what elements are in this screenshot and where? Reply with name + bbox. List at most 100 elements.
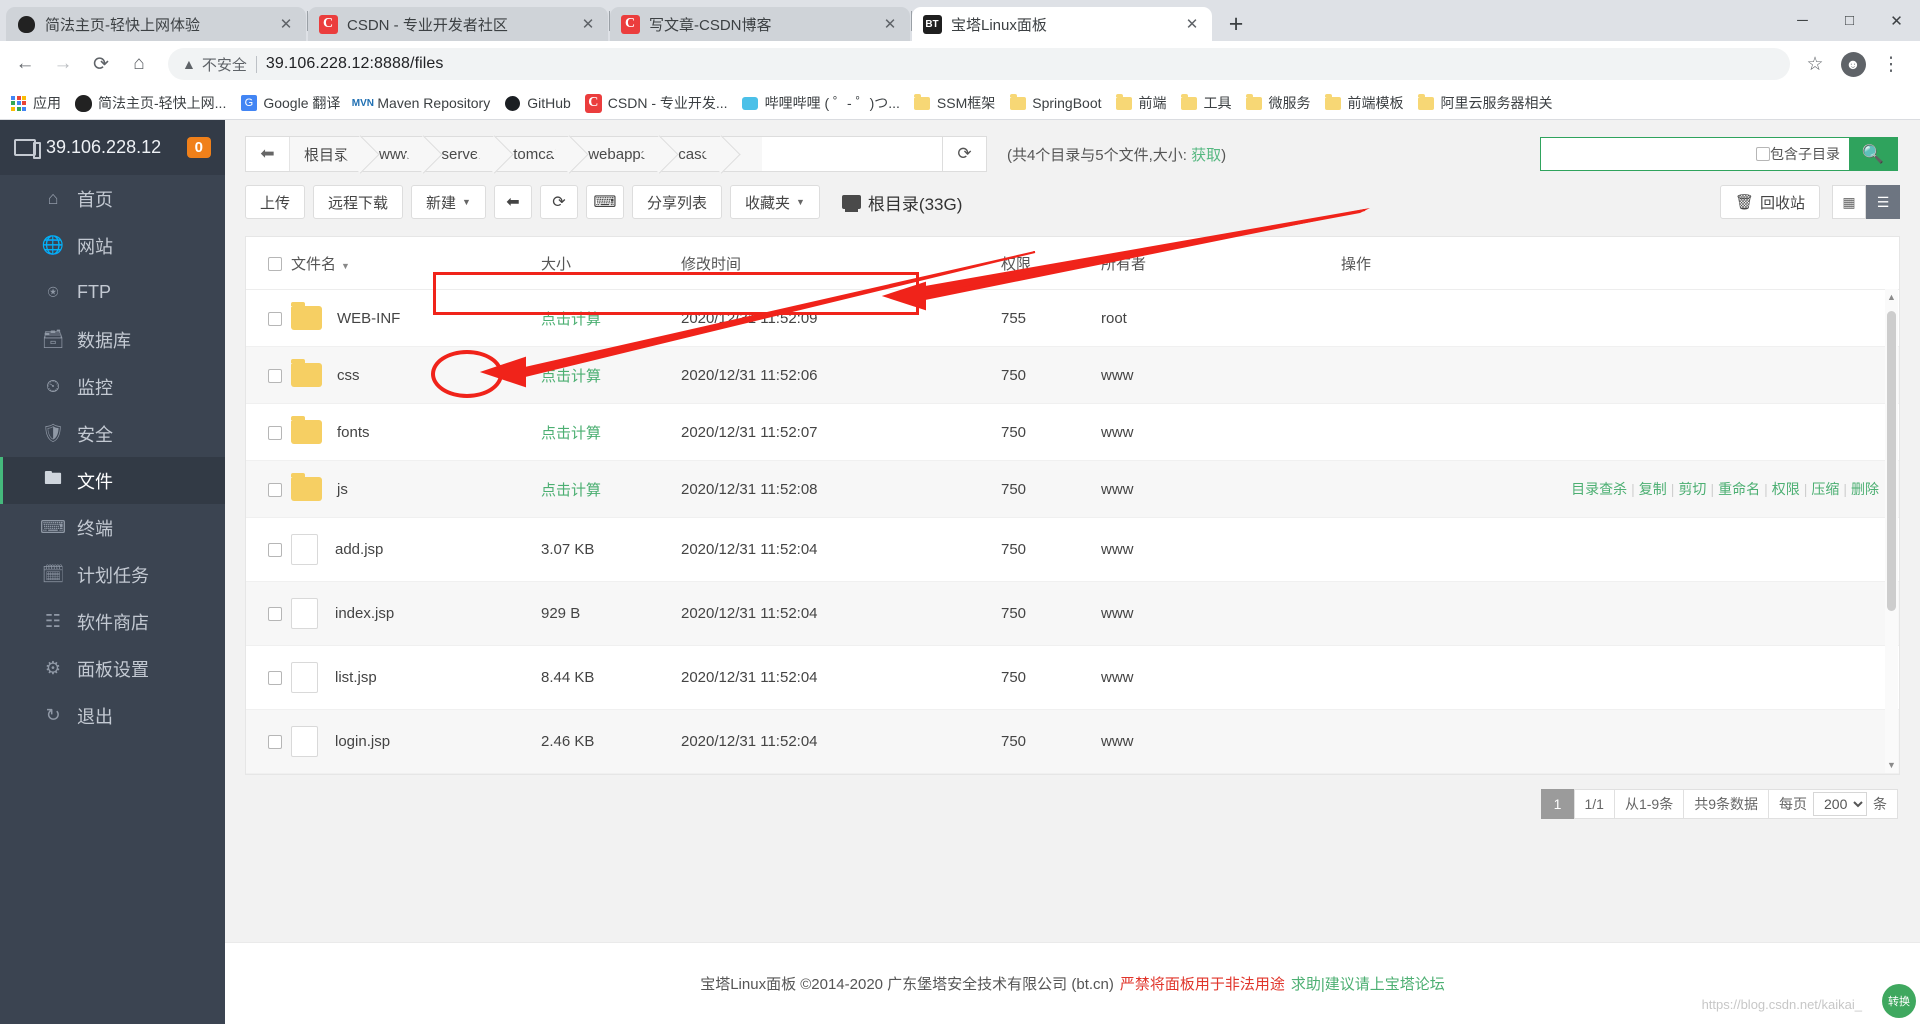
row-checkbox[interactable] — [268, 482, 282, 497]
row-checkbox[interactable] — [268, 543, 282, 558]
row-perm-cell[interactable]: 750 — [1001, 346, 1101, 404]
sidebar-item-settings[interactable]: ⚙ 面板设置 — [0, 645, 225, 692]
column-header-mtime[interactable]: 修改时间 — [681, 237, 1001, 290]
bookmark-item[interactable]: C CSDN - 专业开发... — [584, 93, 728, 113]
include-subdirs-toggle[interactable]: 包含子目录 — [1756, 138, 1849, 170]
row-name-cell[interactable]: add.jsp — [291, 517, 541, 582]
bookmark-apps[interactable]: 应用 — [10, 93, 61, 113]
new-tab-button[interactable]: + — [1219, 7, 1253, 41]
refresh-icon[interactable]: ⟳ — [942, 136, 987, 172]
sidebar-item-website[interactable]: 🌐 网站 — [0, 222, 225, 269]
close-icon[interactable]: ✕ — [578, 14, 598, 34]
new-button[interactable]: 新建 ▼ — [411, 185, 486, 219]
table-scrollbar[interactable]: ▲ ▼ — [1885, 289, 1898, 773]
scroll-up-arrow-icon[interactable]: ▲ — [1885, 289, 1898, 305]
row-name-cell[interactable]: fonts — [291, 403, 541, 461]
notification-badge[interactable]: 0 — [186, 137, 211, 158]
close-window-icon[interactable]: ✕ — [1873, 0, 1920, 41]
column-header-size[interactable]: 大小 — [541, 237, 681, 290]
sidebar-item-terminal[interactable]: ⌨ 终端 — [0, 504, 225, 551]
bookmark-folder[interactable]: 工具 — [1181, 93, 1232, 113]
row-name-cell[interactable]: WEB-INF — [291, 289, 541, 347]
sidebar-item-files[interactable]: 🖿 文件 — [0, 457, 225, 504]
sidebar-item-monitor[interactable]: ⏲ 监控 — [0, 363, 225, 410]
reload-icon[interactable]: ⟳ — [84, 47, 118, 81]
back-arrow-icon[interactable]: ← — [8, 47, 42, 81]
page-number-current[interactable]: 1 — [1540, 789, 1575, 819]
sidebar-item-cron[interactable]: 🗓 计划任务 — [0, 551, 225, 598]
row-perm-cell[interactable]: 750 — [1001, 645, 1101, 710]
bookmark-item[interactable]: 简法主页-轻快上网... — [75, 93, 226, 113]
maximize-icon[interactable]: □ — [1826, 0, 1873, 41]
search-input[interactable] — [1541, 138, 1756, 170]
share-list-button[interactable]: 分享列表 — [631, 185, 722, 219]
table-row[interactable]: js 点击计算 2020/12/31 11:52:08 750 www 目录查杀… — [246, 460, 1899, 518]
table-row[interactable]: fonts 点击计算 2020/12/31 11:52:07 750 www — [246, 403, 1899, 461]
action-cut[interactable]: 剪切 — [1678, 481, 1706, 497]
search-icon[interactable]: 🔍 — [1849, 138, 1897, 170]
refresh-icon[interactable]: ⟳ — [539, 185, 578, 219]
upload-button[interactable]: 上传 — [245, 185, 306, 219]
row-size-cell[interactable]: 点击计算 — [541, 460, 681, 518]
row-size-cell[interactable]: 点击计算 — [541, 403, 681, 461]
row-checkbox-cell[interactable] — [246, 403, 291, 461]
browser-tab-active[interactable]: BT 宝塔Linux面板 ✕ — [912, 7, 1212, 41]
scrollbar-thumb[interactable] — [1887, 311, 1896, 611]
scroll-down-arrow-icon[interactable]: ▼ — [1885, 757, 1898, 773]
close-icon[interactable]: ✕ — [880, 14, 900, 34]
grid-view-icon[interactable]: ▦ — [1832, 185, 1866, 219]
bookmark-folder[interactable]: 前端模板 — [1325, 93, 1404, 113]
table-row[interactable]: login.jsp 2.46 KB 2020/12/31 11:52:04 75… — [246, 709, 1899, 774]
action-scan[interactable]: 目录查杀 — [1571, 481, 1627, 497]
bookmark-folder[interactable]: 阿里云服务器相关 — [1418, 93, 1553, 113]
calc-size-link[interactable]: 点击计算 — [541, 311, 601, 328]
recycle-bin-button[interactable]: 🗑 回收站 — [1719, 185, 1820, 219]
row-perm-cell[interactable]: 750 — [1001, 581, 1101, 646]
three-dot-menu-icon[interactable]: ⋮ — [1874, 47, 1908, 81]
table-row[interactable]: index.jsp 929 B 2020/12/31 11:52:04 750 … — [246, 581, 1899, 646]
footer-help-link[interactable]: 求助|建议请上宝塔论坛 — [1291, 973, 1445, 994]
table-row[interactable]: css 点击计算 2020/12/31 11:52:06 750 www — [246, 346, 1899, 404]
action-permission[interactable]: 权限 — [1772, 481, 1800, 497]
bookmark-folder[interactable]: SpringBoot — [1009, 93, 1102, 112]
sidebar-item-home[interactable]: ⌂ 首页 — [0, 175, 225, 222]
browser-tab[interactable]: 简法主页-轻快上网体验 ✕ — [6, 7, 306, 41]
sidebar-item-appstore[interactable]: ☷ 软件商店 — [0, 598, 225, 645]
row-perm-cell[interactable]: 750 — [1001, 709, 1101, 774]
favorites-button[interactable]: 收藏夹 ▼ — [729, 185, 820, 219]
select-all-header[interactable] — [246, 237, 291, 290]
bookmark-item[interactable]: MVN Maven Repository — [352, 95, 490, 112]
close-icon[interactable]: ✕ — [276, 14, 296, 34]
floating-action-button[interactable]: 转换 — [1882, 984, 1916, 1018]
row-checkbox[interactable] — [268, 368, 282, 383]
row-size-cell[interactable]: 点击计算 — [541, 289, 681, 347]
bookmark-star-icon[interactable]: ☆ — [1798, 47, 1832, 81]
row-checkbox[interactable] — [268, 735, 282, 750]
close-icon[interactable]: ✕ — [1182, 14, 1202, 34]
bookmark-folder[interactable]: SSM框架 — [914, 93, 995, 113]
column-header-perm[interactable]: 权限 — [1001, 237, 1101, 290]
bookmark-folder[interactable]: 微服务 — [1246, 93, 1311, 113]
column-header-name[interactable]: 文件名 ▼ — [291, 237, 541, 290]
select-all-checkbox[interactable] — [268, 257, 282, 272]
bookmark-folder[interactable]: 前端 — [1116, 93, 1167, 113]
row-perm-cell[interactable]: 750 — [1001, 460, 1101, 518]
table-row[interactable]: add.jsp 3.07 KB 2020/12/31 11:52:04 750 … — [246, 517, 1899, 582]
row-name-cell[interactable]: js — [291, 460, 541, 518]
browser-tab[interactable]: C 写文章-CSDN博客 ✕ — [610, 7, 910, 41]
calc-size-link[interactable]: 点击计算 — [541, 368, 601, 385]
dir-size-fetch-link[interactable]: 获取 — [1191, 147, 1221, 164]
row-name-cell[interactable]: login.jsp — [291, 709, 541, 774]
table-row[interactable]: WEB-INF 点击计算 2020/12/31 11:52:09 755 roo… — [246, 289, 1899, 347]
list-view-icon[interactable]: ☰ — [1866, 185, 1900, 219]
row-name-cell[interactable]: css — [291, 346, 541, 404]
action-delete[interactable]: 删除 — [1851, 481, 1879, 497]
action-copy[interactable]: 复制 — [1639, 481, 1667, 497]
row-checkbox-cell[interactable] — [246, 517, 291, 582]
minimize-icon[interactable]: ─ — [1779, 0, 1826, 41]
table-row[interactable]: list.jsp 8.44 KB 2020/12/31 11:52:04 750… — [246, 645, 1899, 710]
row-perm-cell[interactable]: 750 — [1001, 403, 1101, 461]
row-checkbox[interactable] — [268, 671, 282, 686]
calc-size-link[interactable]: 点击计算 — [541, 482, 601, 499]
sidebar-item-security[interactable]: 🛡 安全 — [0, 410, 225, 457]
